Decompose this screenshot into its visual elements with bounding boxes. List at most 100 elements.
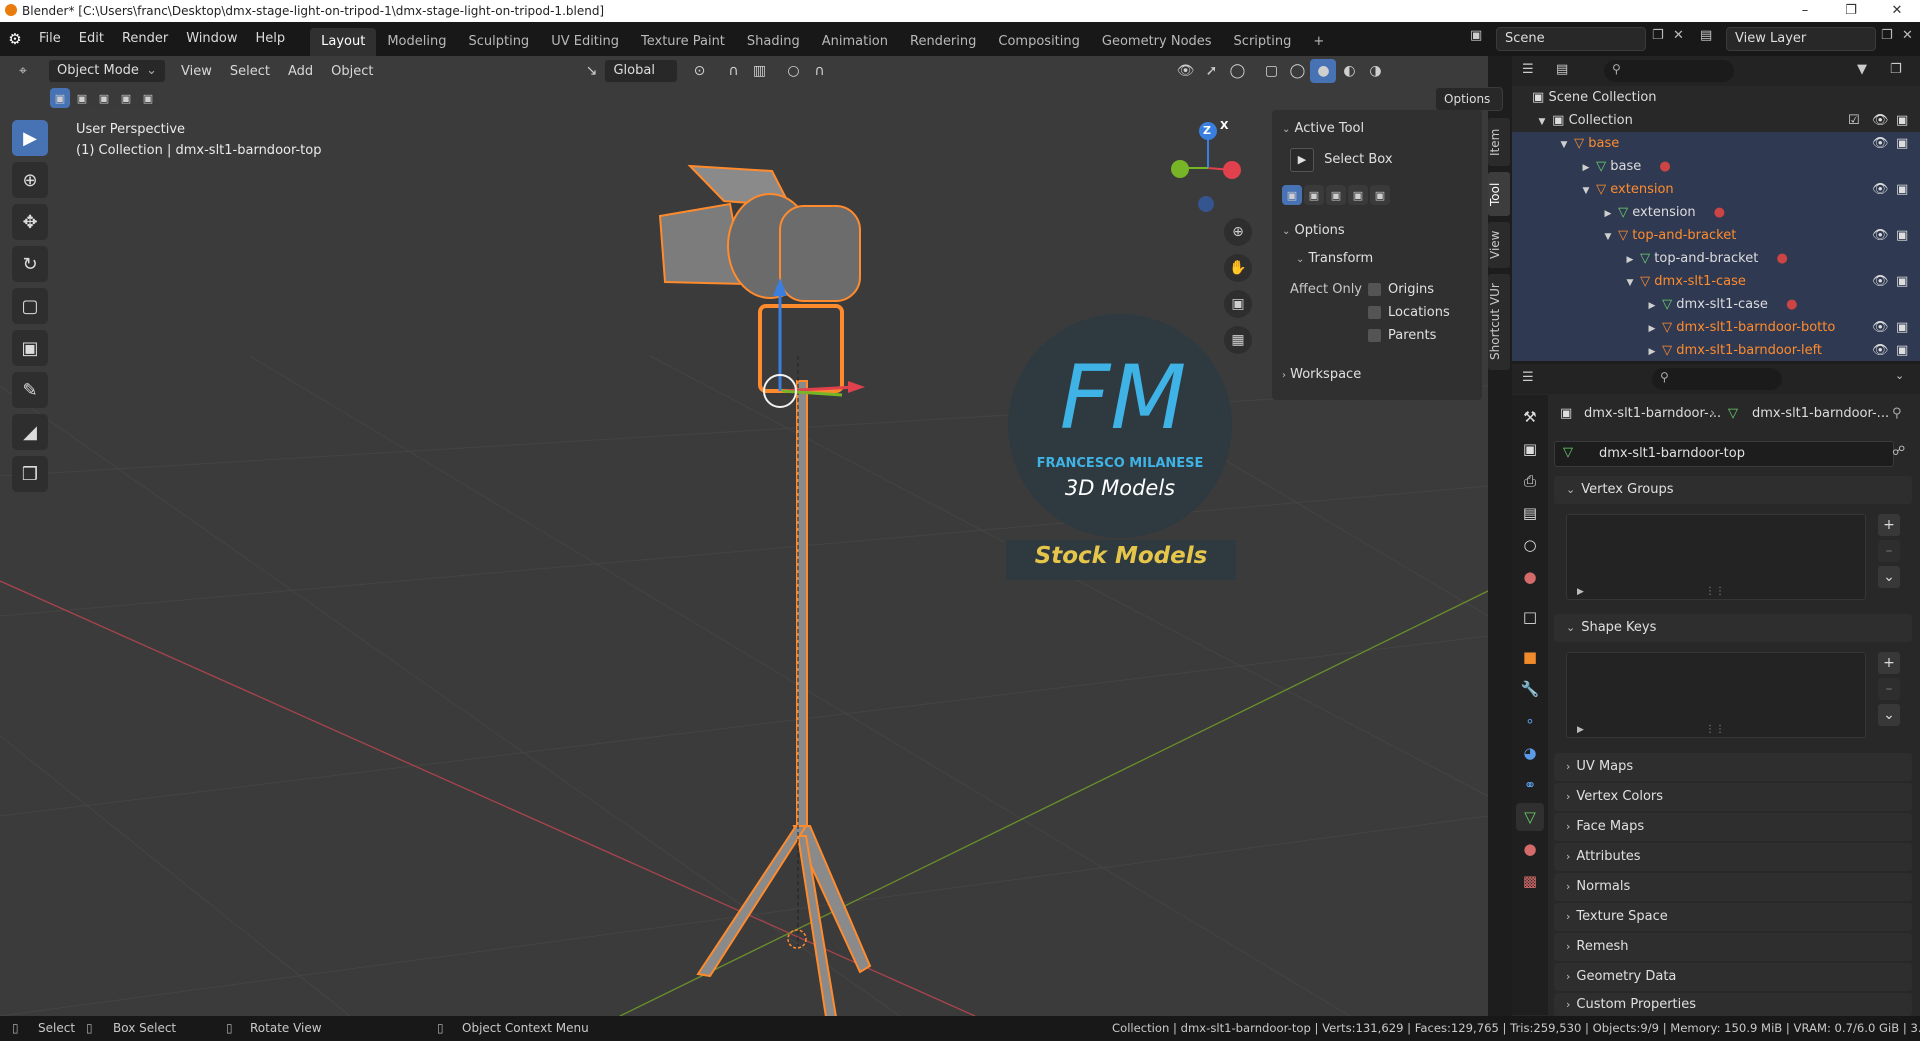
xray-icon[interactable]: ▢	[1258, 59, 1284, 83]
attributes-header[interactable]: › Attributes	[1554, 843, 1912, 871]
tool-select-invert-icon[interactable]: ▣	[1348, 185, 1368, 205]
new-view-layer-icon[interactable]: ❐	[1881, 28, 1893, 43]
custom-properties-header[interactable]: › Custom Properties	[1554, 993, 1912, 1016]
material-tab-icon[interactable]: ●	[1516, 835, 1544, 863]
ortho-grid-icon[interactable]: ▦	[1224, 326, 1252, 354]
eye-icon[interactable]: 👁	[1872, 109, 1889, 132]
sidebar-tab-tool[interactable]: Tool	[1488, 172, 1510, 216]
tab-scripting[interactable]: Scripting	[1223, 28, 1303, 56]
sidebar-tab-shortcut-vur[interactable]: Shortcut VUr	[1488, 274, 1510, 370]
select-new-icon[interactable]: ▣	[50, 88, 70, 108]
display-mode-icon[interactable]: ▤	[1556, 62, 1568, 77]
expand-down-icon[interactable]: ▼	[1602, 226, 1614, 249]
outliner-row[interactable]: ▼ ▽ dmx-slt1-case 👁 ▣	[1512, 270, 1920, 293]
eye-icon[interactable]: 👁	[1872, 316, 1889, 339]
tool-select-new-icon[interactable]: ▣	[1282, 185, 1302, 205]
object-tab-icon[interactable]: ■	[1516, 643, 1544, 671]
constraints-tab-icon[interactable]: ⚭	[1516, 771, 1544, 799]
mesh-name-field[interactable]: ▽ dmx-slt1-barndoor-top	[1554, 441, 1894, 467]
minimize-icon[interactable]: –	[1782, 0, 1828, 22]
world-tab-icon[interactable]: ●	[1516, 563, 1544, 591]
expand-right-icon[interactable]: ▶	[1646, 341, 1658, 361]
eye-icon[interactable]: 👁	[1872, 339, 1889, 361]
menu-add[interactable]: Add	[279, 64, 322, 79]
resize-handle-icon[interactable]: ⋮⋮	[1705, 724, 1725, 735]
vertex-group-menu-button[interactable]: ⌄	[1878, 566, 1900, 588]
measure-tool-icon[interactable]: ◢	[12, 414, 48, 450]
snap-magnet-icon[interactable]: ∩	[720, 59, 746, 83]
workspace-header[interactable]: › Workspace	[1272, 362, 1482, 388]
texture-tab-icon[interactable]: ▩	[1516, 867, 1544, 895]
new-collection-icon[interactable]: ❐	[1890, 62, 1902, 77]
transform-tool-icon[interactable]: ▣	[12, 330, 48, 366]
normals-header[interactable]: › Normals	[1554, 873, 1912, 901]
falloff-curve-icon[interactable]: ∩	[806, 59, 832, 83]
chevron-down-icon[interactable]: ⌄	[1895, 369, 1904, 382]
pin-icon[interactable]: ⚲	[1892, 406, 1902, 421]
expand-right-icon[interactable]: ▶	[1577, 587, 1584, 597]
vertex-groups-list[interactable]: ▶ ⋮⋮	[1566, 514, 1866, 600]
vertex-groups-header[interactable]: ⌄ Vertex Groups	[1554, 476, 1912, 504]
geometry-data-header[interactable]: › Geometry Data	[1554, 963, 1912, 991]
tab-texture-paint[interactable]: Texture Paint	[630, 28, 736, 56]
tool-settings-tab-icon[interactable]: ⚒	[1516, 403, 1544, 431]
particles-tab-icon[interactable]: ∘	[1516, 707, 1544, 735]
tab-geometry-nodes[interactable]: Geometry Nodes	[1091, 28, 1223, 56]
tool-select-subtract-icon[interactable]: ▣	[1326, 185, 1346, 205]
menu-edit[interactable]: Edit	[70, 22, 113, 56]
physics-tab-icon[interactable]: ◕	[1516, 739, 1544, 767]
remove-vertex-group-button[interactable]: –	[1878, 540, 1900, 562]
tool-select-extend-icon[interactable]: ▣	[1304, 185, 1324, 205]
select-subtract-icon[interactable]: ▣	[94, 88, 114, 108]
shape-keys-header[interactable]: ⌄ Shape Keys	[1554, 614, 1912, 642]
annotate-tool-icon[interactable]: ✎	[12, 372, 48, 408]
scene-selector[interactable]: Scene	[1496, 27, 1646, 51]
select-invert-icon[interactable]: ▣	[116, 88, 136, 108]
render-tab-icon[interactable]: ▣	[1516, 435, 1544, 463]
expand-down-icon[interactable]: ▼	[1624, 272, 1636, 295]
delete-scene-icon[interactable]: ✕	[1673, 28, 1684, 43]
new-scene-icon[interactable]: ❐	[1652, 28, 1664, 43]
expand-right-icon[interactable]: ▶	[1646, 295, 1658, 318]
camera-icon[interactable]: ▣	[1896, 178, 1908, 201]
tab-rendering[interactable]: Rendering	[899, 28, 987, 56]
texture-space-header[interactable]: › Texture Space	[1554, 903, 1912, 931]
close-icon[interactable]: ✕	[1874, 0, 1920, 22]
restore-icon[interactable]: ❐	[1828, 0, 1874, 22]
add-cube-tool-icon[interactable]: ❒	[12, 456, 48, 492]
properties-editor-icon[interactable]: ☰	[1522, 370, 1534, 385]
checkbox-checked-icon[interactable]: ☑	[1848, 109, 1860, 132]
sidebar-tab-item[interactable]: Item	[1488, 118, 1510, 166]
menu-file[interactable]: File	[30, 22, 70, 56]
eye-icon[interactable]: 👁	[1872, 178, 1889, 201]
camera-icon[interactable]: ▣	[1896, 109, 1908, 132]
outliner-row[interactable]: ▼ ▣ Collection ☑ 👁 ▣	[1512, 109, 1920, 132]
rendered-shading-icon[interactable]: ◑	[1362, 59, 1388, 83]
options-header[interactable]: ⌄ Options	[1272, 218, 1482, 244]
light-bracket[interactable]	[758, 304, 844, 393]
add-workspace-button[interactable]: +	[1302, 28, 1335, 56]
tab-compositing[interactable]: Compositing	[987, 28, 1091, 56]
eye-icon[interactable]: 👁	[1872, 132, 1889, 155]
camera-icon[interactable]: ▣	[1896, 339, 1908, 361]
active-tool-row[interactable]: ▶ Select Box	[1272, 147, 1482, 173]
outliner-search-input[interactable]: ⚲	[1604, 60, 1734, 82]
outliner-scene-collection[interactable]: ▣ Scene Collection	[1512, 86, 1920, 109]
camera-view-icon[interactable]: ▣	[1224, 290, 1252, 318]
eye-icon[interactable]: 👁	[1872, 224, 1889, 247]
vertex-colors-header[interactable]: › Vertex Colors	[1554, 783, 1912, 811]
visibility-icon[interactable]: 👁	[1172, 59, 1198, 83]
expand-right-icon[interactable]: ▶	[1646, 318, 1658, 341]
menu-view[interactable]: View	[172, 64, 221, 79]
outliner-editor-icon[interactable]: ☰	[1522, 62, 1534, 77]
view-layer-selector[interactable]: View Layer	[1726, 27, 1876, 51]
select-intersect-icon[interactable]: ▣	[138, 88, 158, 108]
tab-uv-editing[interactable]: UV Editing	[540, 28, 630, 56]
light-case[interactable]	[779, 205, 861, 302]
expand-right-icon[interactable]: ▶	[1624, 249, 1636, 272]
tool-select-intersect-icon[interactable]: ▣	[1370, 185, 1390, 205]
blender-menu-icon[interactable]: ⚙	[0, 30, 30, 48]
parents-checkbox[interactable]: Parents	[1272, 323, 1482, 349]
mesh-data-tab-icon[interactable]: ▽	[1516, 803, 1544, 831]
viewport-options-button[interactable]: Options	[1435, 87, 1503, 111]
